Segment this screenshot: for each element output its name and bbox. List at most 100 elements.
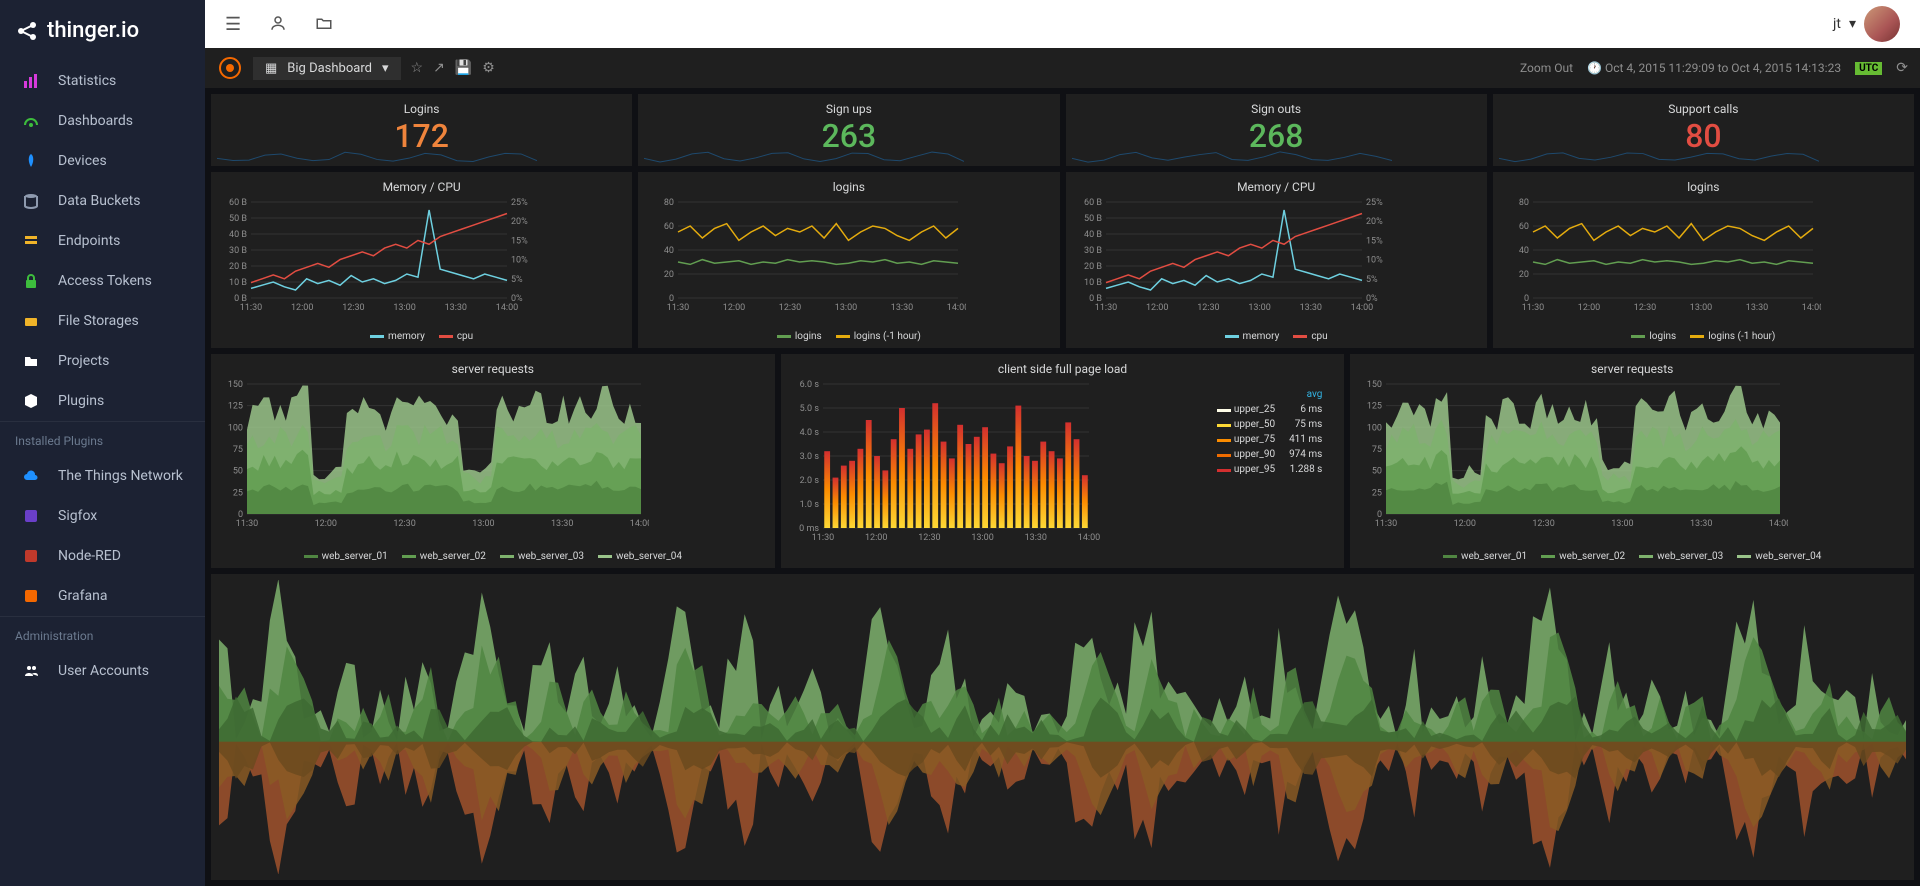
stat-panel-sign-ups[interactable]: Sign ups 263 bbox=[638, 94, 1059, 166]
avatar[interactable] bbox=[1864, 6, 1900, 42]
svg-text:25: 25 bbox=[233, 488, 243, 498]
sidebar-item-node-red[interactable]: Node-RED bbox=[0, 536, 205, 576]
legend-item: memory bbox=[1225, 331, 1280, 342]
sidebar-item-label: Projects bbox=[58, 353, 109, 369]
svg-text:4.0 s: 4.0 s bbox=[799, 428, 819, 438]
save-icon[interactable]: 💾 bbox=[455, 60, 472, 76]
panel-title: client side full page load bbox=[789, 360, 1337, 380]
sidebar-item-access-tokens[interactable]: Access Tokens bbox=[0, 261, 205, 301]
panel-title: logins bbox=[646, 178, 1051, 198]
sparkline bbox=[217, 150, 626, 164]
sidebar-item-label: User Accounts bbox=[58, 663, 149, 679]
chart-panel-server-requests[interactable]: server requests 025507510012515011:3012:… bbox=[1350, 354, 1914, 568]
chart-body: 0 ms1.0 s2.0 s3.0 s4.0 s5.0 s6.0 s11:301… bbox=[789, 380, 1337, 562]
user-menu[interactable]: jt ▾ bbox=[1833, 6, 1900, 42]
legend: loginslogins (-1 hour) bbox=[1501, 329, 1906, 342]
chart-body: 0 B10 B20 B30 B40 B50 B60 B0%5%10%15%20%… bbox=[1074, 198, 1479, 329]
sigfox-icon bbox=[22, 508, 40, 524]
sidebar-item-label: Data Buckets bbox=[58, 193, 140, 209]
sidebar-item-label: Sigfox bbox=[58, 508, 97, 524]
chart-panel[interactable]: Memory / CPU 0 B10 B20 B30 B40 B50 B60 B… bbox=[211, 172, 632, 348]
svg-text:13:30: 13:30 bbox=[445, 303, 467, 313]
svg-text:40 B: 40 B bbox=[1084, 230, 1102, 240]
timezone-badge: UTC bbox=[1855, 62, 1882, 75]
refresh-icon[interactable]: ⟳ bbox=[1896, 60, 1908, 76]
overview-chart[interactable] bbox=[211, 574, 1914, 880]
chart-panel[interactable]: logins 02040608011:3012:0012:3013:0013:3… bbox=[638, 172, 1059, 348]
stat-value: 263 bbox=[646, 120, 1051, 152]
stat-value: 268 bbox=[1074, 120, 1479, 152]
brand-logo[interactable]: thinger.io bbox=[0, 0, 205, 61]
grafana-logo-icon[interactable] bbox=[217, 55, 243, 81]
chart-panel-page-load[interactable]: client side full page load 0 ms1.0 s2.0 … bbox=[781, 354, 1345, 568]
sidebar-item-dashboards[interactable]: Dashboards bbox=[0, 101, 205, 141]
sidebar-item-grafana[interactable]: Grafana bbox=[0, 576, 205, 616]
svg-text:13:00: 13:00 bbox=[1612, 519, 1634, 529]
sidebar-item-user-accounts[interactable]: User Accounts bbox=[0, 651, 205, 691]
grid-icon: ▦ bbox=[265, 61, 277, 76]
legend-item: logins (-1 hour) bbox=[836, 331, 921, 342]
chart-panel[interactable]: logins 02040608011:3012:0012:3013:0013:3… bbox=[1493, 172, 1914, 348]
legend-item: cpu bbox=[1293, 331, 1327, 342]
svg-text:5.0 s: 5.0 s bbox=[799, 404, 819, 414]
sparkline bbox=[1072, 150, 1481, 164]
panel-title: Memory / CPU bbox=[1074, 178, 1479, 198]
nodered-icon bbox=[22, 548, 40, 564]
sidebar-item-the-things-network[interactable]: The Things Network bbox=[0, 456, 205, 496]
sidebar-item-endpoints[interactable]: Endpoints bbox=[0, 221, 205, 261]
stat-panel-logins[interactable]: Logins 172 bbox=[211, 94, 632, 166]
chevron-down-icon: ▾ bbox=[1849, 16, 1856, 32]
stat-panel-sign-outs[interactable]: Sign outs 268 bbox=[1066, 94, 1487, 166]
svg-text:14:00: 14:00 bbox=[1077, 533, 1099, 543]
sidebar-item-devices[interactable]: Devices bbox=[0, 141, 205, 181]
main-content: ☰ jt ▾ ▦ Big Dashboa bbox=[205, 0, 1920, 886]
svg-text:60 B: 60 B bbox=[229, 198, 247, 208]
chart-body: 02040608011:3012:0012:3013:0013:3014:00 bbox=[1501, 198, 1906, 329]
share-icon[interactable]: ↗ bbox=[433, 60, 445, 76]
svg-text:13:30: 13:30 bbox=[891, 303, 913, 313]
svg-text:30 B: 30 B bbox=[229, 246, 247, 256]
section-admin: Administration bbox=[0, 616, 205, 651]
svg-text:2.0 s: 2.0 s bbox=[799, 476, 819, 486]
zoom-out-button[interactable]: Zoom Out bbox=[1520, 61, 1573, 75]
legend-item: logins bbox=[1631, 331, 1676, 342]
legend-item: cpu bbox=[439, 331, 473, 342]
svg-text:100: 100 bbox=[1367, 423, 1382, 433]
dashboard-selector[interactable]: ▦ Big Dashboard ▾ bbox=[253, 57, 401, 80]
svg-text:14:00: 14:00 bbox=[1802, 303, 1821, 313]
svg-text:13:30: 13:30 bbox=[1746, 303, 1768, 313]
gear-icon[interactable]: ⚙ bbox=[482, 60, 495, 76]
dashboard-body: Logins 172 Sign ups 263 Sign outs 268 Su… bbox=[205, 88, 1920, 886]
chevron-down-icon: ▾ bbox=[382, 61, 389, 76]
svg-text:12:00: 12:00 bbox=[315, 519, 337, 529]
folder-icon[interactable] bbox=[315, 14, 333, 35]
sidebar-item-label: Plugins bbox=[58, 393, 104, 409]
star-icon[interactable]: ☆ bbox=[411, 60, 424, 76]
legend: web_server_01web_server_02web_server_03w… bbox=[219, 549, 767, 562]
svg-text:14:00: 14:00 bbox=[947, 303, 966, 313]
legend-table: avg upper_256 ms upper_5075 ms upper_754… bbox=[1209, 386, 1330, 478]
legend-item: web_server_02 bbox=[1541, 551, 1625, 562]
chart-panel[interactable]: Memory / CPU 0 B10 B20 B30 B40 B50 B60 B… bbox=[1066, 172, 1487, 348]
svg-text:11:30: 11:30 bbox=[1375, 519, 1397, 529]
sidebar-item-statistics[interactable]: Statistics bbox=[0, 61, 205, 101]
svg-text:125: 125 bbox=[228, 402, 243, 412]
svg-text:10 B: 10 B bbox=[229, 278, 247, 288]
sidebar-item-data-buckets[interactable]: Data Buckets bbox=[0, 181, 205, 221]
sidebar-item-file-storages[interactable]: File Storages bbox=[0, 301, 205, 341]
menu-collapse-icon[interactable]: ☰ bbox=[225, 14, 241, 35]
legend-item: web_server_03 bbox=[500, 551, 584, 562]
time-range[interactable]: 🕐 Oct 4, 2015 11:29:09 to Oct 4, 2015 14… bbox=[1587, 61, 1841, 75]
stat-panel-support-calls[interactable]: Support calls 80 bbox=[1493, 94, 1914, 166]
svg-text:80: 80 bbox=[1519, 198, 1529, 208]
sidebar-item-projects[interactable]: Projects bbox=[0, 341, 205, 381]
user-icon[interactable] bbox=[269, 14, 287, 35]
chart-panel-server-requests[interactable]: server requests 025507510012515011:3012:… bbox=[211, 354, 775, 568]
legend: memorycpu bbox=[219, 329, 624, 342]
sidebar-item-sigfox[interactable]: Sigfox bbox=[0, 496, 205, 536]
svg-text:14:00: 14:00 bbox=[1350, 303, 1372, 313]
legend-item: logins bbox=[777, 331, 822, 342]
sidebar-item-plugins[interactable]: Plugins bbox=[0, 381, 205, 421]
chart-body: 02040608011:3012:0012:3013:0013:3014:00 bbox=[646, 198, 1051, 329]
sidebar-item-label: Dashboards bbox=[58, 113, 133, 129]
